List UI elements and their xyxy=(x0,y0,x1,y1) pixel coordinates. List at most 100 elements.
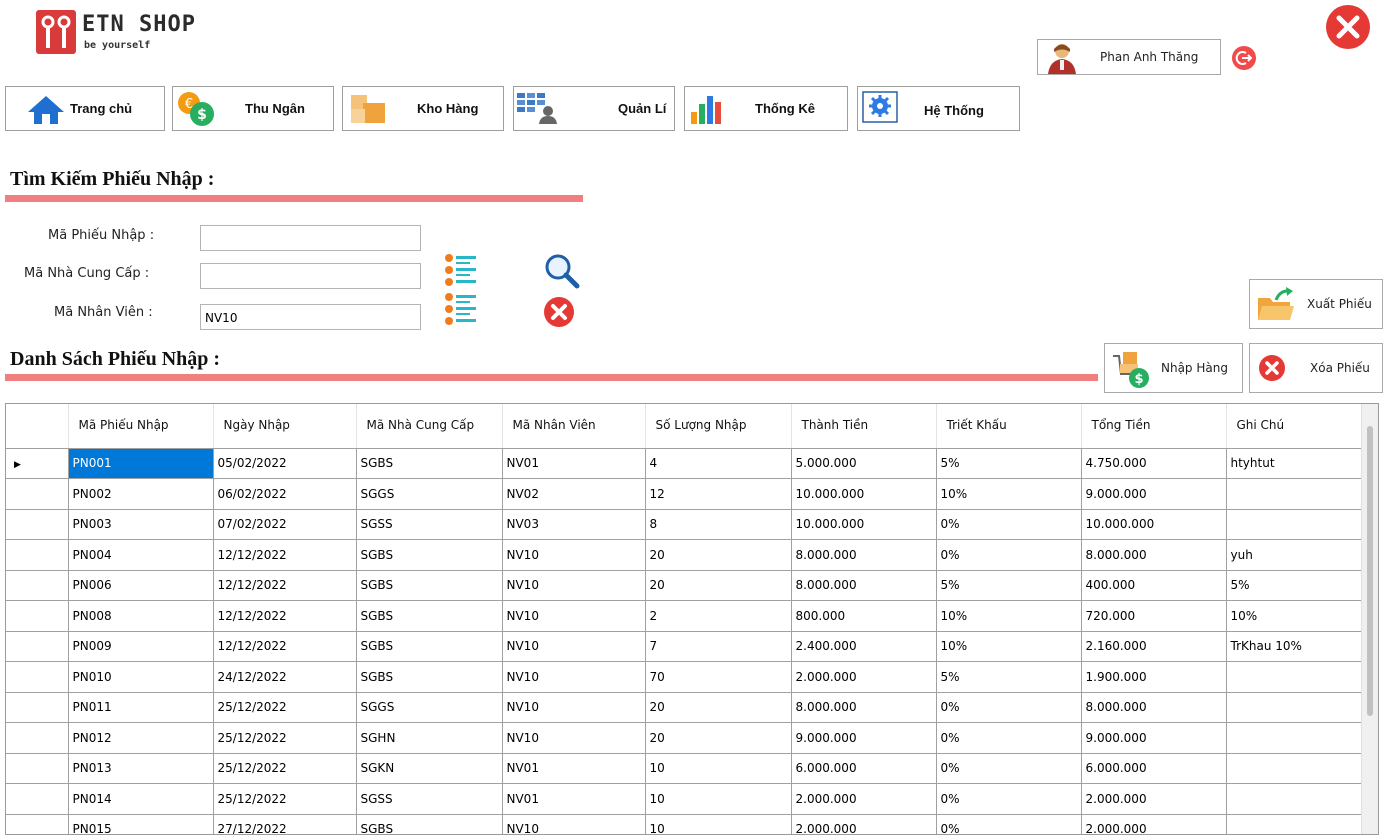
table-cell[interactable]: 27/12/2022 xyxy=(212,813,357,834)
table-row[interactable]: PN008 12/12/2022 SGBS NV10 2 800.000 10% 720.00… xyxy=(6,600,1372,632)
table-cell[interactable] xyxy=(1225,752,1372,784)
table-cell[interactable] xyxy=(1225,508,1372,540)
row-header[interactable] xyxy=(6,661,69,693)
table-cell[interactable] xyxy=(1225,783,1372,815)
table-cell[interactable]: 5% xyxy=(1225,569,1372,601)
table-cell[interactable]: 10% xyxy=(935,600,1082,632)
table-cell[interactable]: 20 xyxy=(644,539,792,571)
table-cell[interactable]: PN009 xyxy=(67,630,214,662)
table-cell[interactable]: 10% xyxy=(935,630,1082,662)
table-cell[interactable]: 2.400.000 xyxy=(790,630,937,662)
table-cell[interactable]: 10.000.000 xyxy=(790,508,937,540)
column-header[interactable]: Tổng Tiền xyxy=(1081,404,1227,449)
table-cell[interactable] xyxy=(1225,478,1372,510)
import-goods-button[interactable]: $ Nhập Hàng xyxy=(1104,343,1243,393)
table-cell[interactable]: 6.000.000 xyxy=(1080,752,1227,784)
table-cell[interactable]: SGBS xyxy=(355,630,503,662)
table-cell[interactable]: SGGS xyxy=(355,691,503,723)
table-cell[interactable]: 2.000.000 xyxy=(1080,813,1227,834)
table-row[interactable]: PN015 27/12/2022 SGBS NV10 10 2.000.000 0% 2.00… xyxy=(6,813,1372,834)
table-cell[interactable]: NV03 xyxy=(501,508,646,540)
nav-statistics-button[interactable]: Thống Kê xyxy=(684,86,848,131)
receipt-id-input[interactable] xyxy=(200,225,421,251)
table-cell[interactable]: 8.000.000 xyxy=(1080,539,1227,571)
table-cell[interactable]: 9.000.000 xyxy=(1080,478,1227,510)
table-cell[interactable]: NV02 xyxy=(501,478,646,510)
table-cell[interactable]: SGHN xyxy=(355,722,503,754)
table-cell[interactable]: SGSS xyxy=(355,508,503,540)
table-cell[interactable]: 10% xyxy=(1225,600,1372,632)
table-cell[interactable]: 8.000.000 xyxy=(790,691,937,723)
table-cell[interactable]: NV01 xyxy=(501,783,646,815)
table-cell[interactable]: 1.900.000 xyxy=(1080,661,1227,693)
table-cell[interactable]: 2.000.000 xyxy=(790,813,937,834)
table-cell[interactable]: 2.000.000 xyxy=(790,783,937,815)
table-cell[interactable]: SGSS xyxy=(355,783,503,815)
table-cell[interactable]: 8.000.000 xyxy=(1080,691,1227,723)
table-cell[interactable]: SGGS xyxy=(355,478,503,510)
table-row[interactable]: PN010 24/12/2022 SGBS NV10 70 2.000.000 5% 1.90… xyxy=(6,661,1372,693)
table-cell[interactable]: 20 xyxy=(644,722,792,754)
table-cell[interactable] xyxy=(1225,722,1372,754)
column-header[interactable]: Thành Tiền xyxy=(791,404,937,449)
table-cell[interactable]: PN006 xyxy=(67,569,214,601)
table-cell[interactable]: NV10 xyxy=(501,722,646,754)
table-cell[interactable]: NV10 xyxy=(501,691,646,723)
table-cell[interactable]: yuh xyxy=(1225,539,1372,571)
table-cell[interactable]: PN008 xyxy=(67,600,214,632)
column-header[interactable]: Triết Khấu xyxy=(936,404,1082,449)
table-cell[interactable]: 10 xyxy=(644,783,792,815)
table-cell[interactable]: PN004 xyxy=(67,539,214,571)
table-cell[interactable]: 0% xyxy=(935,752,1082,784)
table-cell[interactable]: PN011 xyxy=(67,691,214,723)
table-cell[interactable]: PN015 xyxy=(67,813,214,834)
table-cell[interactable]: 8.000.000 xyxy=(790,539,937,571)
table-row[interactable]: PN003 07/02/2022 SGSS NV03 8 10.000.000 0% 10.0… xyxy=(6,508,1372,540)
table-cell[interactable]: NV10 xyxy=(501,630,646,662)
table-row[interactable]: PN014 25/12/2022 SGSS NV01 10 2.000.000 0% 2.00… xyxy=(6,783,1372,815)
table-cell[interactable]: 12/12/2022 xyxy=(212,539,357,571)
table-row[interactable]: PN004 12/12/2022 SGBS NV10 20 8.000.000 0% 8.00… xyxy=(6,539,1372,571)
table-cell[interactable]: 400.000 xyxy=(1080,569,1227,601)
search-icon[interactable] xyxy=(543,252,581,290)
table-cell[interactable]: SGBS xyxy=(355,569,503,601)
nav-cashier-button[interactable]: € $ Thu Ngân xyxy=(172,86,334,131)
table-cell[interactable]: 25/12/2022 xyxy=(212,691,357,723)
table-cell[interactable]: 9.000.000 xyxy=(1080,722,1227,754)
table-cell[interactable]: 70 xyxy=(644,661,792,693)
table-cell[interactable]: 10 xyxy=(644,813,792,834)
table-row[interactable]: PN011 25/12/2022 SGGS NV10 20 8.000.000 0% 8.00… xyxy=(6,691,1372,723)
nav-warehouse-button[interactable]: Kho Hàng xyxy=(342,86,504,131)
table-cell[interactable]: 2.000.000 xyxy=(790,661,937,693)
table-cell[interactable]: 20 xyxy=(644,569,792,601)
table-cell[interactable]: SGBS xyxy=(355,447,503,479)
table-row[interactable]: PN009 12/12/2022 SGBS NV10 7 2.400.000 10% 2.16… xyxy=(6,630,1372,662)
table-cell[interactable]: NV10 xyxy=(501,661,646,693)
table-cell[interactable]: 2.160.000 xyxy=(1080,630,1227,662)
column-header[interactable]: Mã Nhà Cung Cấp xyxy=(356,404,503,449)
table-cell[interactable]: 05/02/2022 xyxy=(212,447,357,479)
table-cell[interactable]: SGBS xyxy=(355,539,503,571)
table-cell[interactable]: 8 xyxy=(644,508,792,540)
nav-home-button[interactable]: Trang chủ xyxy=(5,86,165,131)
table-cell[interactable]: 20 xyxy=(644,691,792,723)
table-cell[interactable]: 4.750.000 xyxy=(1080,447,1227,479)
table-cell[interactable]: 5.000.000 xyxy=(790,447,937,479)
table-cell[interactable]: 5% xyxy=(935,447,1082,479)
table-cell[interactable] xyxy=(1225,691,1372,723)
table-cell[interactable]: 0% xyxy=(935,813,1082,834)
table-cell[interactable]: SGBS xyxy=(355,813,503,834)
table-cell[interactable]: NV10 xyxy=(501,569,646,601)
table-cell[interactable]: htyhtut xyxy=(1225,447,1372,479)
table-cell[interactable]: 0% xyxy=(935,691,1082,723)
column-header[interactable]: Ghi Chú xyxy=(1226,404,1372,449)
row-header[interactable] xyxy=(6,752,69,784)
table-cell[interactable]: NV10 xyxy=(501,600,646,632)
row-header[interactable] xyxy=(6,722,69,754)
employee-id-input[interactable]: NV10 xyxy=(200,304,421,330)
table-cell[interactable]: 0% xyxy=(935,722,1082,754)
table-cell[interactable]: 10% xyxy=(935,478,1082,510)
nav-system-button[interactable]: Hệ Thống xyxy=(857,86,1020,131)
table-cell[interactable]: PN001 xyxy=(67,447,214,479)
table-cell[interactable]: 12/12/2022 xyxy=(212,600,357,632)
